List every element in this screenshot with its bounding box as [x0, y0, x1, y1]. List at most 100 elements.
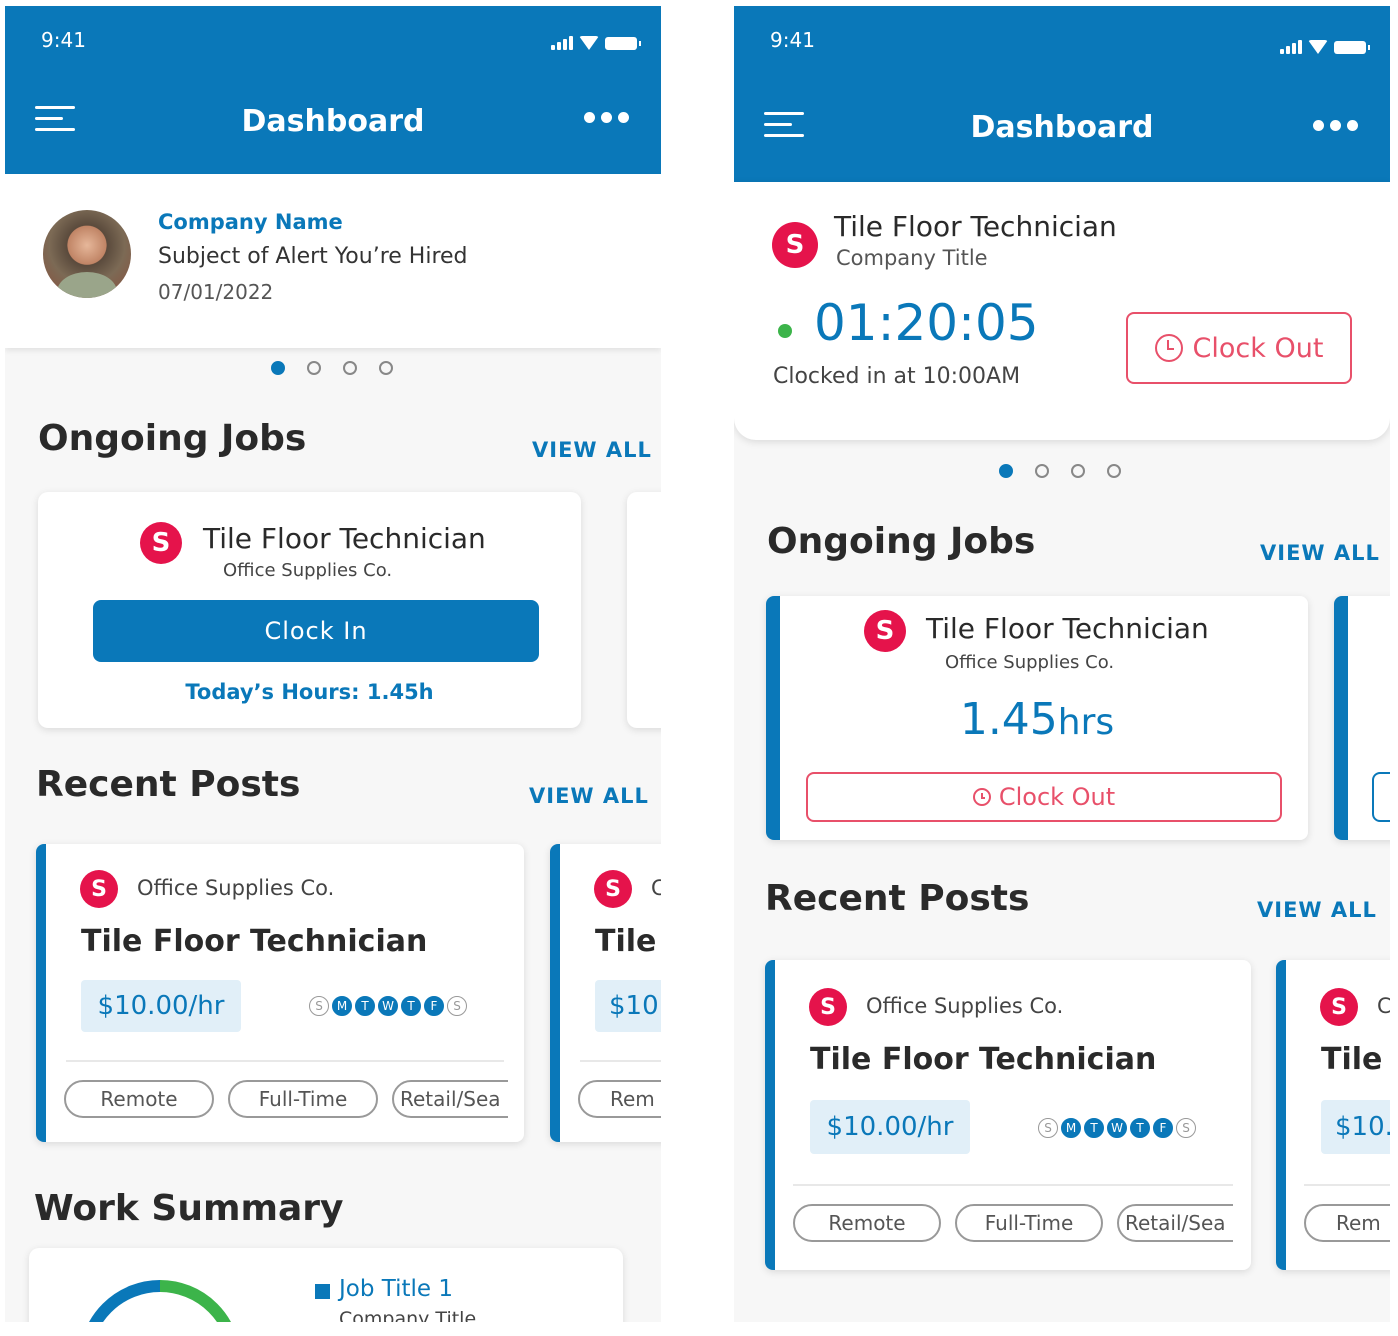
day-indicator: S	[1038, 1118, 1058, 1138]
legend-swatch	[315, 1284, 330, 1299]
phone-screen-1: 9:41 Dashboard Company Name Subject of A…	[5, 6, 661, 1322]
status-icons	[551, 36, 641, 50]
more-icon[interactable]	[584, 112, 629, 123]
ongoing-view-all-link[interactable]: VIEW ALL	[1260, 541, 1380, 565]
recent-post-card-peek[interactable]: S C Tile $10. Rem	[1276, 960, 1390, 1270]
company-logo-icon: S	[140, 522, 182, 564]
recent-post-card-peek[interactable]: S C Tile $10. Rem	[550, 844, 661, 1142]
post-title: Tile Floor Technician	[810, 1042, 1157, 1077]
status-time: 9:41	[770, 28, 815, 52]
day-indicator: T	[1084, 1118, 1104, 1138]
ongoing-job-card-peek[interactable]	[1334, 596, 1390, 840]
clock-out-label: Clock Out	[1192, 332, 1324, 364]
post-tags-peek: Rem	[1304, 1204, 1390, 1242]
post-rate-peek: $10.	[1321, 1100, 1390, 1154]
ongoing-jobs-heading: Ongoing Jobs	[767, 521, 1036, 562]
ongoing-view-all-link[interactable]: VIEW ALL	[532, 438, 652, 462]
divider	[793, 1184, 1233, 1186]
tag-chip[interactable]: Remote	[793, 1204, 941, 1242]
card-accent-bar	[765, 960, 775, 1270]
tag-chip[interactable]: Rem	[1304, 1204, 1390, 1242]
ongoing-job-card-peek[interactable]	[627, 492, 661, 728]
app-header: 9:41 Dashboard	[5, 6, 661, 174]
pager-dot[interactable]	[1035, 464, 1049, 478]
pager-dot[interactable]	[999, 464, 1013, 478]
day-indicator: S	[309, 996, 329, 1016]
clock-job-title: Tile Floor Technician	[834, 210, 1117, 243]
recent-post-card[interactable]: S Office Supplies Co. Tile Floor Technic…	[765, 960, 1251, 1270]
battery-icon	[605, 37, 641, 50]
clocked-in-text: Clocked in at 10:00AM	[773, 364, 1021, 389]
alert-card[interactable]: Company Name Subject of Alert You’re Hir…	[5, 174, 661, 348]
pager-dot[interactable]	[343, 361, 357, 375]
company-logo-icon: S	[1320, 988, 1358, 1026]
online-indicator	[778, 324, 792, 338]
day-indicator: F	[424, 996, 444, 1016]
clock-icon	[1154, 334, 1183, 362]
company-logo-icon: S	[594, 870, 632, 908]
tag-chip[interactable]: Full-Time	[228, 1080, 378, 1118]
wifi-icon	[579, 36, 599, 50]
divider	[66, 1060, 504, 1062]
day-indicator: S	[1176, 1118, 1196, 1138]
recent-post-card[interactable]: S Office Supplies Co. Tile Floor Technic…	[36, 844, 524, 1142]
pager-dot[interactable]	[271, 361, 285, 375]
avatar	[43, 210, 131, 298]
more-icon[interactable]	[1313, 120, 1358, 131]
company-logo-icon: S	[772, 222, 818, 268]
day-indicator: W	[1107, 1118, 1127, 1138]
today-hours: Today’s Hours: 1.45h	[185, 680, 434, 704]
post-company: Office Supplies Co.	[866, 994, 1064, 1018]
signal-icon	[1280, 40, 1302, 54]
post-rate: $10.00/hr	[81, 980, 241, 1032]
clock-out-label: Clock Out	[998, 783, 1116, 811]
recent-posts-heading: Recent Posts	[765, 878, 1030, 919]
hours-display: 1.45hrs	[766, 694, 1308, 745]
tag-chip[interactable]: Retail/Sea	[1117, 1204, 1233, 1242]
card-accent-bar	[1334, 596, 1348, 840]
post-rate: $10.00/hr	[810, 1100, 970, 1154]
day-indicator: T	[401, 996, 421, 1016]
recent-view-all-link[interactable]: VIEW ALL	[1257, 898, 1377, 922]
company-logo-icon: S	[864, 610, 906, 652]
pager-dot[interactable]	[307, 361, 321, 375]
clock-icon	[972, 788, 991, 806]
clock-out-button[interactable]: Clock Out	[806, 772, 1282, 822]
clock-in-button[interactable]: Clock In	[93, 600, 539, 662]
post-tags: Remote Full-Time Retail/Sea	[793, 1204, 1233, 1242]
work-summary-heading: Work Summary	[34, 1188, 344, 1229]
legend-company: Company Title	[339, 1308, 477, 1322]
pager-dot[interactable]	[379, 361, 393, 375]
tag-chip[interactable]: Retail/Sea	[392, 1080, 508, 1118]
alert-subject: Subject of Alert You’re Hired	[158, 244, 468, 269]
page-title: Dashboard	[241, 104, 425, 139]
pager-dot[interactable]	[1107, 464, 1121, 478]
clock-out-button[interactable]: Clock Out	[1126, 312, 1352, 384]
day-indicator: T	[355, 996, 375, 1016]
day-indicator: F	[1153, 1118, 1173, 1138]
day-indicator: M	[1061, 1118, 1081, 1138]
carousel-pager	[999, 464, 1121, 478]
peek-button[interactable]	[1372, 772, 1390, 822]
company-logo-icon: S	[809, 988, 847, 1026]
work-summary-card[interactable]: Job Title 1 Company Title	[29, 1248, 623, 1322]
recent-posts-heading: Recent Posts	[36, 764, 301, 805]
post-tags: Remote Full-Time Retail/Sea	[64, 1080, 508, 1118]
pager-dot[interactable]	[1071, 464, 1085, 478]
app-header: 9:41 Dashboard	[734, 6, 1390, 182]
page-title: Dashboard	[970, 110, 1154, 145]
clock-company: Company Title	[836, 246, 988, 270]
ongoing-job-card[interactable]: S Tile Floor Technician Office Supplies …	[38, 492, 581, 728]
job-title: Tile Floor Technician	[203, 522, 486, 555]
status-icons	[1280, 40, 1370, 54]
divider	[1304, 1184, 1390, 1186]
recent-view-all-link[interactable]: VIEW ALL	[529, 784, 649, 808]
wifi-icon	[1308, 40, 1328, 54]
ongoing-job-card[interactable]: S Tile Floor Technician Office Supplies …	[766, 596, 1308, 840]
tag-chip[interactable]: Remote	[64, 1080, 214, 1118]
post-title-peek: Tile	[595, 924, 657, 959]
day-indicator: W	[378, 996, 398, 1016]
tag-chip[interactable]: Full-Time	[955, 1204, 1103, 1242]
day-indicator: T	[1130, 1118, 1150, 1138]
tag-chip[interactable]: Rem	[578, 1080, 661, 1118]
